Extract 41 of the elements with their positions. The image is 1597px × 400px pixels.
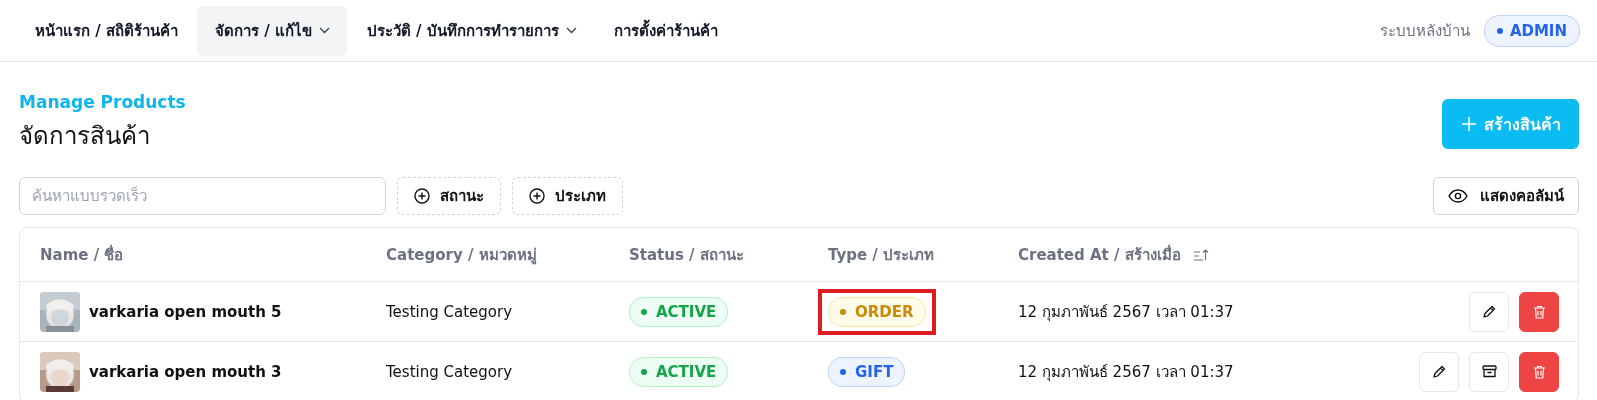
page-subtitle: Manage Products (19, 92, 186, 112)
column-header: Name / ชื่อ (40, 243, 124, 266)
product-name: varkaria open mouth 3 (89, 362, 282, 381)
status-badge: ACTIVE (629, 296, 729, 327)
created-date: 12 กุมภาพันธ์ 2567 เวลา 01:37 (1018, 301, 1234, 324)
filter-button[interactable]: ประเภท (512, 177, 623, 215)
search-field[interactable]: ค้นหาแบบรวดเร็ว (19, 177, 386, 215)
eye-icon (1448, 189, 1468, 203)
product-name: varkaria open mouth 5 (89, 302, 282, 321)
column-header: Type / ประเภท (828, 244, 935, 266)
category-cell: Testing Category (386, 302, 513, 321)
edit-button[interactable] (1469, 291, 1509, 332)
role-badge: ADMIN (1483, 14, 1580, 47)
plus-circle-icon (529, 188, 545, 204)
nav-tab[interactable]: หน้าแรก / สถิติร้านค้า (17, 5, 195, 56)
trash-icon (1532, 304, 1546, 319)
archive-box-icon (1481, 365, 1497, 378)
filter-button[interactable]: สถานะ (397, 177, 501, 215)
column-header: Status / สถานะ (629, 244, 744, 266)
status-badge: ACTIVE (629, 356, 729, 387)
nav-tab[interactable]: การตั้งค่าร้านค้า (595, 5, 735, 56)
delete-button[interactable] (1519, 351, 1559, 392)
backoffice-label: ระบบหลังบ้าน (1379, 20, 1470, 42)
created-date: 12 กุมภาพันธ์ 2567 เวลา 01:37 (1018, 361, 1234, 384)
pencil-icon (1432, 364, 1446, 379)
nav-tab[interactable]: จัดการ / แก้ไข (196, 5, 347, 56)
column-header: Created At / สร้างเมื่อ (1018, 243, 1181, 266)
category-cell: Testing Category (386, 362, 513, 381)
edit-button[interactable] (1419, 351, 1459, 392)
nav-tab[interactable]: ประวัติ / บันทึกการทำรายการ (348, 5, 594, 56)
columns-button[interactable]: แสดงคอลัมน์ (1433, 177, 1579, 215)
page-title: จัดการสินค้า (19, 121, 151, 152)
column-header: Category / หมวดหมู่ (386, 244, 537, 267)
trash-icon (1532, 364, 1546, 379)
delete-button[interactable] (1519, 291, 1559, 332)
archive-button[interactable] (1469, 351, 1509, 392)
type-badge: GIFT (828, 356, 906, 387)
plus-circle-icon (414, 188, 430, 204)
sort-ascending-icon[interactable] (1192, 248, 1209, 261)
plus-icon (1462, 117, 1476, 131)
pencil-icon (1482, 304, 1496, 319)
